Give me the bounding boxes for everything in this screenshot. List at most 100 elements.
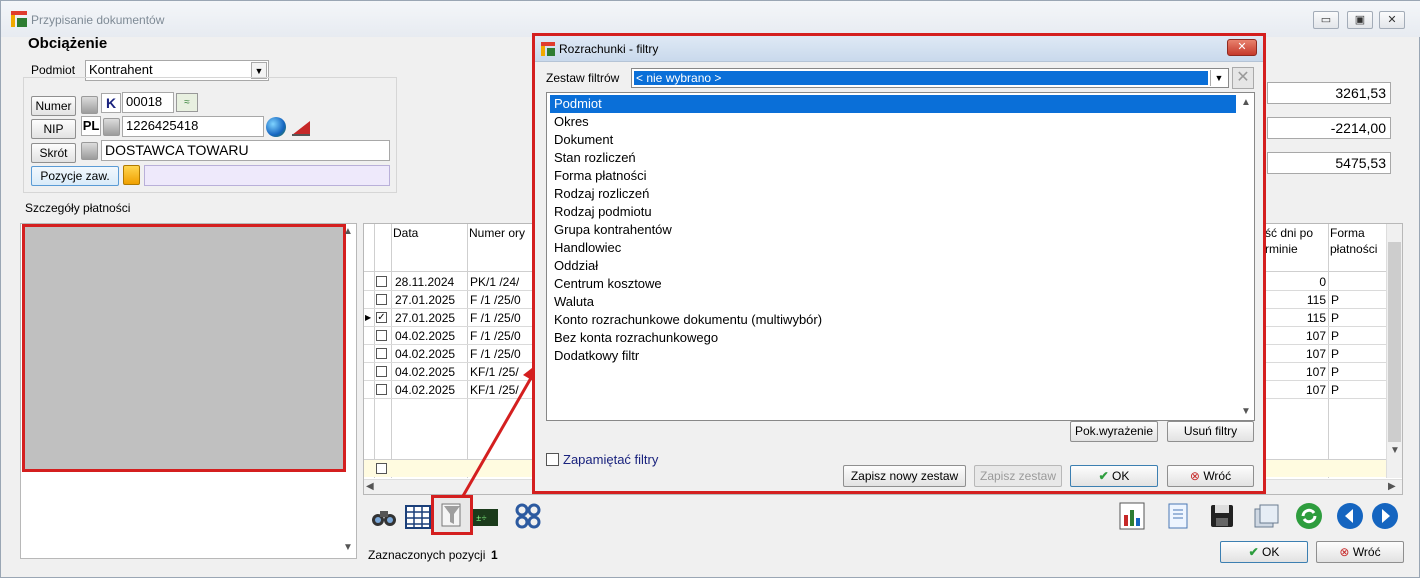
- filter-item[interactable]: Forma płatności: [550, 167, 1236, 185]
- close-button[interactable]: ✕: [1379, 11, 1405, 29]
- filter-item[interactable]: Stan rozliczeń: [550, 149, 1236, 167]
- row-checkbox[interactable]: [376, 348, 387, 359]
- filter-item[interactable]: Okres: [550, 113, 1236, 131]
- lookup-icon[interactable]: [81, 96, 98, 114]
- pozycje-button[interactable]: Pozycje zaw.: [31, 166, 119, 186]
- row-checkbox[interactable]: [376, 276, 387, 287]
- back-label: Wróć: [1352, 545, 1381, 559]
- numer-button[interactable]: Numer: [31, 96, 76, 116]
- filter-item[interactable]: Handlowiec: [550, 239, 1236, 257]
- filter-item[interactable]: Dokument: [550, 131, 1236, 149]
- row-checkbox[interactable]: [376, 294, 387, 305]
- previous-icon[interactable]: [1335, 501, 1365, 531]
- delete-set-icon[interactable]: ✕: [1232, 67, 1254, 89]
- app-logo-icon: [11, 11, 27, 27]
- save-icon[interactable]: [1207, 501, 1237, 531]
- row-checkbox[interactable]: [376, 384, 387, 395]
- save-set-button[interactable]: Zapisz zestaw: [974, 465, 1062, 487]
- lookup-icon[interactable]: [81, 142, 98, 160]
- contractor-type: K: [101, 93, 121, 113]
- filter-item[interactable]: Grupa kontrahentów: [550, 221, 1236, 239]
- nip-field[interactable]: 1226425418: [122, 116, 264, 137]
- document-export-icon[interactable]: [1163, 501, 1193, 531]
- scroll-left-icon[interactable]: ◀: [366, 481, 374, 492]
- remove-filters-button[interactable]: Usuń filtry: [1167, 421, 1254, 442]
- skrot-field[interactable]: DOSTAWCA TOWARU: [101, 140, 390, 161]
- settings-gears-icon[interactable]: [513, 501, 543, 531]
- scroll-down-icon[interactable]: ▼: [1239, 406, 1253, 417]
- amount-3: 5475,53: [1267, 152, 1391, 174]
- table-icon[interactable]: [403, 501, 433, 531]
- calculator-icon[interactable]: ±÷: [470, 501, 500, 531]
- pozycje-field[interactable]: [144, 165, 390, 186]
- report-icon[interactable]: [1117, 501, 1147, 531]
- ok-button[interactable]: ✔ OK: [1220, 541, 1308, 563]
- filter-item[interactable]: Dodatkowy filtr: [550, 347, 1236, 365]
- lookup-icon[interactable]: [103, 118, 120, 136]
- binoculars-icon[interactable]: [369, 501, 399, 531]
- amount-1: 3261,53: [1267, 82, 1391, 104]
- filter-item[interactable]: Oddział: [550, 257, 1236, 275]
- dialog-back-button[interactable]: ⊗ Wróć: [1167, 465, 1254, 487]
- nip-button[interactable]: NIP: [31, 119, 76, 139]
- scroll-thumb[interactable]: [1388, 242, 1401, 442]
- filter-set-label: Zestaw filtrów: [546, 71, 620, 85]
- check-icon: ✔: [1098, 469, 1109, 483]
- row-checkbox[interactable]: [376, 366, 387, 377]
- dialog-title-bar: Rozrachunki - filtry ✕: [535, 36, 1263, 62]
- chart-icon[interactable]: [290, 117, 312, 137]
- filter-set-select[interactable]: < nie wybrano > ▼: [631, 68, 1229, 88]
- scroll-down-icon[interactable]: ▼: [342, 542, 354, 553]
- remember-label: Zapamiętać filtry: [563, 452, 659, 467]
- dialog-back-label: Wróć: [1203, 469, 1232, 483]
- minimize-button[interactable]: ▭: [1313, 11, 1339, 29]
- cell-days: 107: [1305, 347, 1326, 361]
- remember-checkbox[interactable]: [546, 453, 559, 466]
- scroll-up-icon[interactable]: ▲: [1239, 97, 1253, 108]
- next-icon[interactable]: [1370, 501, 1400, 531]
- podmiot-value: Kontrahent: [89, 62, 153, 77]
- filter-item[interactable]: Rodzaj rozliczeń: [550, 185, 1236, 203]
- row-checkbox[interactable]: [376, 330, 387, 341]
- chevron-down-icon[interactable]: ▼: [1210, 70, 1227, 86]
- filter-item[interactable]: Konto rozrachunkowe dokumentu (multiwybó…: [550, 311, 1236, 329]
- header-days-a[interactable]: ść dni po: [1265, 226, 1313, 240]
- dialog-ok-button[interactable]: ✔ OK: [1070, 465, 1158, 487]
- back-button[interactable]: ⊗ Wróć: [1316, 541, 1404, 563]
- cell-days: 115: [1306, 293, 1326, 307]
- filter-item[interactable]: Centrum kosztowe: [550, 275, 1236, 293]
- cell-form: P: [1331, 329, 1340, 343]
- cell-date: 28.11.2024: [395, 275, 455, 289]
- filter-item[interactable]: Rodzaj podmiotu: [550, 203, 1236, 221]
- filter-icon: [441, 503, 461, 527]
- header-date[interactable]: Data: [393, 226, 418, 240]
- scroll-down-icon[interactable]: ▼: [1387, 445, 1403, 456]
- filter-item[interactable]: Waluta: [550, 293, 1236, 311]
- show-expression-button[interactable]: Pok.wyrażenie: [1070, 421, 1158, 442]
- header-form-b: płatności: [1330, 242, 1378, 256]
- skrot-button[interactable]: Skrót: [31, 143, 76, 163]
- header-days-b: rminie: [1265, 242, 1298, 256]
- filter-button-highlight[interactable]: [431, 495, 473, 535]
- dialog-ok-label: OK: [1112, 469, 1130, 483]
- document-icon[interactable]: [123, 165, 140, 185]
- row-checkbox[interactable]: ✓: [376, 312, 387, 323]
- header-number[interactable]: Numer ory: [469, 226, 525, 240]
- maximize-button[interactable]: ▣: [1347, 11, 1373, 29]
- copy-icon[interactable]: [1251, 501, 1281, 531]
- dialog-close-button[interactable]: ✕: [1227, 39, 1257, 56]
- filters-dialog: Rozrachunki - filtry ✕ Zestaw filtrów < …: [532, 33, 1266, 494]
- grid-vertical-scrollbar[interactable]: ▼: [1386, 224, 1402, 478]
- globe-icon[interactable]: [266, 117, 286, 137]
- link-icon[interactable]: ≈: [176, 93, 198, 112]
- header-form-a[interactable]: Forma: [1330, 226, 1365, 240]
- filter-item[interactable]: Bez konta rozrachunkowego: [550, 329, 1236, 347]
- scroll-right-icon[interactable]: ▶: [1388, 481, 1396, 492]
- save-new-set-button[interactable]: Zapisz nowy zestaw: [843, 465, 966, 487]
- row-checkbox[interactable]: [376, 463, 387, 474]
- refresh-icon[interactable]: [1294, 501, 1324, 531]
- numer-field[interactable]: 00018: [122, 92, 174, 113]
- scroll-up-icon[interactable]: ▲: [342, 226, 354, 237]
- ok-label: OK: [1262, 545, 1280, 559]
- filter-item[interactable]: Podmiot: [550, 95, 1236, 113]
